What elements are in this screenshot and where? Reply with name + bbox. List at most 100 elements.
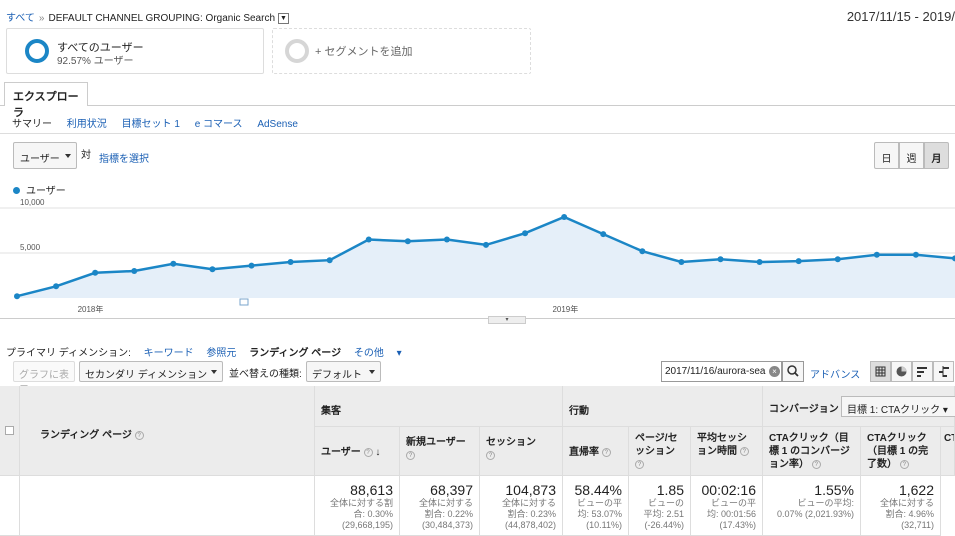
subtab-adsense[interactable]: AdSense xyxy=(257,119,298,130)
help-icon[interactable]: ? xyxy=(635,459,644,469)
tab-explorer[interactable]: エクスプローラ xyxy=(4,82,88,119)
filter-search-button[interactable] xyxy=(782,361,804,382)
help-icon[interactable]: ? xyxy=(601,447,611,457)
data-point[interactable] xyxy=(912,251,919,258)
col-sessions-label: セッション xyxy=(486,437,536,448)
data-point[interactable] xyxy=(678,259,685,265)
data-point[interactable] xyxy=(795,258,802,265)
col-new-users[interactable]: 新規ユーザー? xyxy=(400,427,480,476)
help-icon[interactable]: ? xyxy=(739,446,749,456)
y-tick-label: 10,000 xyxy=(20,198,45,207)
col-pages-per-session[interactable]: ページ/セッション ? xyxy=(629,427,691,476)
chart-resize-grip[interactable]: ▾ xyxy=(488,316,526,324)
totals-subtext: (30,484,373) xyxy=(421,520,473,530)
annotation-marker-icon[interactable] xyxy=(239,298,249,306)
col-avg-session-duration[interactable]: 平均セッション時間 ? xyxy=(691,427,763,476)
col-truncated[interactable]: CT xyxy=(941,427,955,476)
help-icon[interactable]: ? xyxy=(486,450,495,460)
landing-page-header[interactable]: ランディング ページ ? xyxy=(20,386,315,476)
data-point[interactable] xyxy=(365,236,372,243)
data-point[interactable] xyxy=(248,262,255,269)
col-bounce-rate-label: 直帰率 xyxy=(569,447,599,458)
add-segment-button[interactable]: + セグメントを追加 xyxy=(272,28,531,74)
metric-select[interactable]: ユーザー xyxy=(13,142,77,169)
totals-subtext: (44,878,402) xyxy=(504,520,556,530)
legend-dot-icon xyxy=(13,187,20,194)
dimension-keyword[interactable]: キーワード xyxy=(144,348,194,359)
view-performance-button[interactable] xyxy=(912,361,933,382)
data-point[interactable] xyxy=(92,269,99,276)
subtab-goal-set-1[interactable]: 目標セット 1 xyxy=(122,119,180,130)
dimension-other[interactable]: その他 ▾ xyxy=(354,348,402,359)
totals-value: 1.55% xyxy=(814,482,854,498)
data-point[interactable] xyxy=(756,259,763,265)
help-icon[interactable]: ? xyxy=(406,450,415,460)
col-cta-completions[interactable]: CTAクリック（目標 1 の完了数） ? xyxy=(861,427,941,476)
data-point[interactable] xyxy=(443,236,450,243)
choose-metric-link[interactable]: 指標を選択 xyxy=(99,150,149,165)
select-all-cell xyxy=(0,386,20,476)
view-pie-button[interactable] xyxy=(891,361,912,382)
data-point[interactable] xyxy=(639,248,646,255)
period-week-button[interactable]: 週 xyxy=(899,142,924,169)
segment-all-users[interactable]: すべてのユーザー 92.57% ユーザー xyxy=(6,28,264,74)
show-graph-button[interactable]: グラフに表示 xyxy=(13,361,75,396)
y-tick-label: 5,000 xyxy=(20,243,41,252)
primary-dimension-bar: プライマリ ディメンション: キーワード 参照元 ランディング ページ その他 … xyxy=(6,344,412,359)
sort-type-select[interactable]: デフォルト xyxy=(306,361,381,382)
dimension-landing-page[interactable]: ランディング ページ xyxy=(249,348,341,359)
secondary-dimension-label: セカンダリ ディメンション xyxy=(85,370,208,381)
secondary-dimension-select[interactable]: セカンダリ ディメンション xyxy=(79,361,223,382)
col-users[interactable]: ユーザー ? ↓ xyxy=(315,427,400,476)
data-point[interactable] xyxy=(834,256,841,263)
users-line-chart: 10,000 5,000 2018年 2019年 xyxy=(0,198,955,314)
period-day-button[interactable]: 日 xyxy=(874,142,899,169)
data-point[interactable] xyxy=(561,214,568,220)
totals-cell: 00:02:16 ビューの平 均: 00:01:56 (17.43%) xyxy=(691,476,763,536)
data-point[interactable] xyxy=(14,293,20,300)
help-icon[interactable]: ? xyxy=(134,430,144,440)
subtab-ecommerce[interactable]: e コマース xyxy=(195,119,243,130)
data-point[interactable] xyxy=(170,260,177,267)
data-point[interactable] xyxy=(522,230,529,237)
period-month-button[interactable]: 月 xyxy=(924,142,949,169)
breadcrumb-root-link[interactable]: すべて xyxy=(6,13,35,24)
breadcrumb-dropdown-icon[interactable]: ▼ xyxy=(278,12,290,24)
data-point[interactable] xyxy=(483,241,489,248)
totals-row-label-cell xyxy=(20,476,315,536)
data-point[interactable] xyxy=(873,251,880,258)
data-point[interactable] xyxy=(404,238,411,245)
table-filter-input[interactable] xyxy=(661,361,782,382)
help-icon[interactable]: ? xyxy=(899,459,909,469)
data-point[interactable] xyxy=(209,266,216,273)
help-icon[interactable]: ? xyxy=(363,447,373,457)
totals-cell: 68,397 全体に対する 割合: 0.22% (30,484,373) xyxy=(400,476,480,536)
subtab-usage[interactable]: 利用状況 xyxy=(67,119,107,130)
select-all-checkbox[interactable] xyxy=(5,426,14,435)
totals-cell: 104,873 全体に対する 割合: 0.23% (44,878,402) xyxy=(480,476,563,536)
col-bounce-rate[interactable]: 直帰率 ? xyxy=(563,427,629,476)
data-point[interactable] xyxy=(131,268,138,274)
data-point[interactable] xyxy=(717,256,724,263)
segment-subtitle: 92.57% ユーザー xyxy=(57,56,134,67)
subtab-summary[interactable]: サマリー xyxy=(12,119,52,130)
view-table-button[interactable] xyxy=(870,361,891,382)
view-comparison-button[interactable] xyxy=(933,361,954,382)
data-point[interactable] xyxy=(287,259,294,265)
dimension-source[interactable]: 参照元 xyxy=(206,348,236,359)
vs-label: 対 xyxy=(81,150,91,161)
advanced-filter-link[interactable]: アドバンス xyxy=(810,366,860,381)
totals-subtext: (32,711) xyxy=(901,520,934,530)
totals-cell: 1,622 全体に対する 割合: 4.96% (32,711) xyxy=(861,476,941,536)
data-point[interactable] xyxy=(600,231,607,238)
col-cta-conversion-rate[interactable]: CTAクリック（目標 1 のコンバージョン率） ? xyxy=(763,427,861,476)
data-point[interactable] xyxy=(53,283,60,290)
clear-filter-icon[interactable]: × xyxy=(769,366,780,377)
col-sessions[interactable]: セッション? xyxy=(480,427,563,476)
date-range-selector[interactable]: 2017/11/15 - 2019/ xyxy=(847,9,955,24)
goal-select[interactable]: 目標 1: CTAクリック ▾ xyxy=(841,396,955,417)
data-point[interactable] xyxy=(326,257,333,264)
totals-subtext: 平均: 2.51 xyxy=(643,509,684,519)
help-icon[interactable]: ? xyxy=(811,459,821,469)
chart-baseline xyxy=(0,318,955,319)
